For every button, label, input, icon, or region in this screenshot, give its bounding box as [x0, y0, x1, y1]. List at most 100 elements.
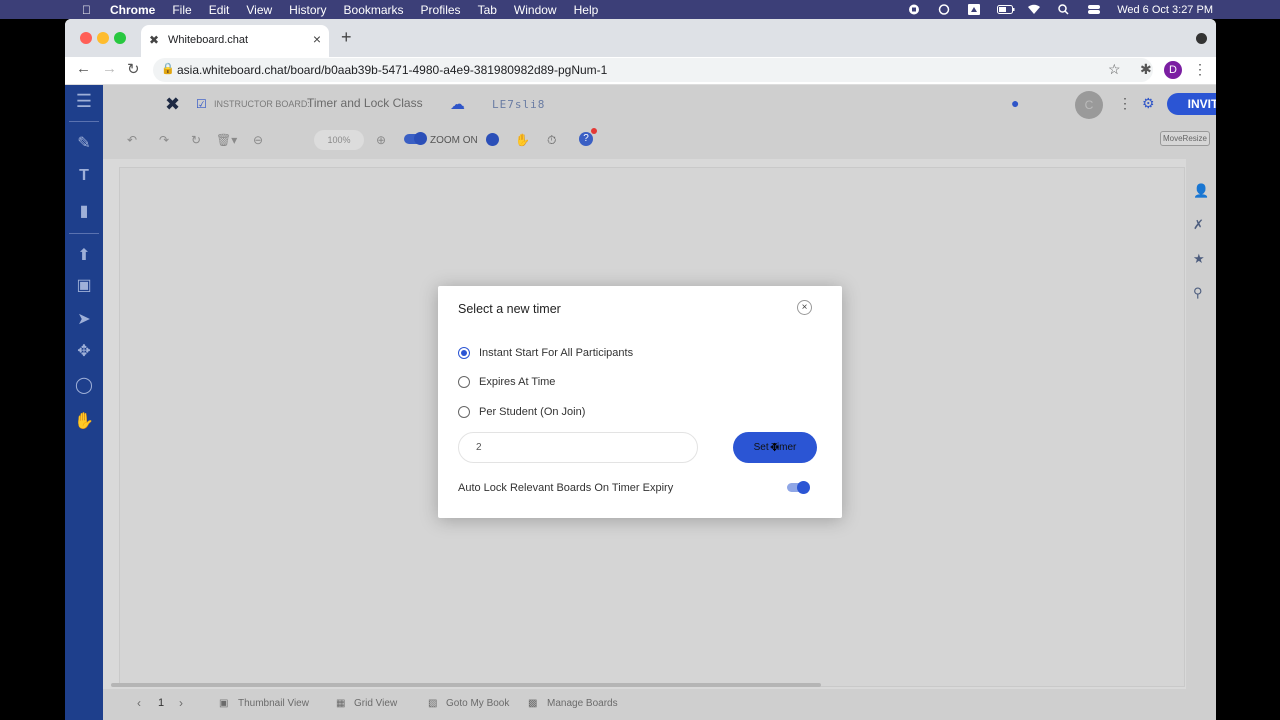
tools-icon[interactable]: ✗ — [1193, 217, 1209, 233]
hamburger-menu-icon[interactable]: ☰ — [74, 91, 94, 111]
more-menu-icon[interactable]: ⋮ — [1193, 61, 1207, 78]
bookmark-star-icon[interactable]: ☆ — [1108, 61, 1121, 78]
upload-icon[interactable]: ⬆ — [74, 245, 94, 265]
move-resize-button[interactable]: MoveResize — [1159, 131, 1210, 146]
redo-icon[interactable]: ↷ — [159, 133, 169, 147]
close-tab-icon[interactable]: × — [313, 31, 321, 47]
right-sidebar: 👤 ✗ ★ ⚲ — [1186, 159, 1216, 689]
timer-icon[interactable]: ⏱ — [547, 133, 556, 148]
menu-profiles[interactable]: Profiles — [421, 3, 461, 17]
board-code[interactable]: LE7sli8 — [492, 98, 545, 111]
move-icon[interactable]: ✥ — [74, 341, 94, 361]
notification-dot — [591, 128, 597, 134]
option-instant-start[interactable]: Instant Start For All Participants — [458, 345, 633, 361]
auto-lock-toggle[interactable] — [787, 481, 810, 494]
participants-icon[interactable]: 👤 — [1193, 183, 1209, 199]
radio-per-student[interactable] — [458, 406, 470, 418]
board-title[interactable]: Timer and Lock Class — [307, 96, 423, 110]
tab-search-icon[interactable] — [1196, 33, 1207, 44]
macos-menubar:  Chrome File Edit View History Bookmark… — [0, 0, 1280, 19]
minimize-window-button[interactable] — [97, 32, 109, 44]
zoom-out-icon[interactable]: ⊖ — [253, 133, 263, 147]
battery-icon[interactable] — [997, 4, 1015, 15]
option-label: Instant Start For All Participants — [479, 347, 634, 359]
prev-page-icon[interactable]: ‹ — [137, 696, 141, 710]
menu-edit[interactable]: Edit — [209, 3, 230, 17]
help-icon[interactable]: ? — [579, 132, 593, 146]
zoom-window-button[interactable] — [114, 32, 126, 44]
more-options-icon[interactable]: ⋮ — [1118, 95, 1132, 112]
option-expires-at-time[interactable]: Expires At Time — [458, 374, 555, 390]
zoom-in-icon[interactable]: ⊕ — [376, 133, 386, 147]
whiteboard-favicon-icon: ✖ — [149, 33, 160, 47]
back-icon[interactable]: ← — [76, 60, 91, 77]
menu-help[interactable]: Help — [574, 3, 599, 17]
close-window-button[interactable] — [80, 32, 92, 44]
wifi-icon[interactable] — [1027, 4, 1041, 15]
apple-icon[interactable]:  — [82, 3, 98, 17]
option-label: Per Student (On Join) — [479, 406, 586, 418]
goto-my-book-button[interactable]: Goto My Book — [446, 698, 509, 709]
user-avatar[interactable]: C — [1075, 91, 1103, 119]
undo-icon[interactable]: ↶ — [127, 133, 137, 147]
menubar-clock[interactable]: Wed 6 Oct 3:27 PM — [1117, 4, 1213, 16]
whiteboard-logo-icon[interactable]: ✖ — [165, 94, 185, 114]
drive-icon[interactable] — [967, 4, 981, 15]
tab-title: Whiteboard.chat — [168, 34, 249, 46]
record-icon[interactable] — [907, 4, 921, 15]
menu-file[interactable]: File — [172, 3, 191, 17]
creative-cloud-icon[interactable] — [937, 4, 951, 15]
option-per-student[interactable]: Per Student (On Join) — [458, 404, 585, 420]
menu-view[interactable]: View — [246, 3, 272, 17]
reload-icon[interactable]: ↻ — [127, 60, 140, 78]
menu-window[interactable]: Window — [514, 3, 557, 17]
next-page-icon[interactable]: › — [179, 696, 183, 710]
cloud-save-icon[interactable]: ☁ — [450, 95, 465, 113]
extensions-icon[interactable]: ✱ — [1140, 61, 1152, 78]
thumbnail-view-button[interactable]: Thumbnail View — [238, 698, 309, 709]
left-toolbar: ☰ ✎ T ▮ ⬆ ▣ ➤ ✥ ◯ ✋ — [65, 85, 103, 720]
board-toolbar: ↶ ↷ ↻ 🗑▾ ⊖ 100% ⊕ ZOOM ON ✋ ⏱ ? MoveResi… — [103, 123, 1216, 159]
radio-expires-at-time[interactable] — [458, 376, 470, 388]
pen-icon[interactable]: ✎ — [74, 133, 94, 153]
new-tab-icon[interactable]: + — [341, 27, 352, 48]
menu-tab[interactable]: Tab — [478, 3, 497, 17]
favorite-user-icon[interactable]: ★ — [1193, 251, 1209, 267]
location-pin-icon[interactable]: ● — [1011, 95, 1019, 111]
profile-avatar[interactable]: D — [1164, 61, 1182, 79]
timer-minutes-input[interactable]: 2 — [458, 432, 698, 463]
color-picker-icon[interactable] — [486, 133, 499, 146]
close-icon[interactable]: × — [797, 300, 812, 315]
omnibox[interactable]: 🔒 asia.whiteboard.chat/board/b0aab39b-54… — [153, 58, 1153, 82]
refresh-icon[interactable]: ↻ — [191, 133, 201, 147]
radio-instant-start[interactable] — [458, 347, 470, 359]
manage-boards-button[interactable]: Manage Boards — [547, 698, 618, 709]
delete-trash-icon[interactable]: 🗑▾ — [216, 133, 237, 147]
invite-button[interactable]: INVITE — [1167, 93, 1216, 115]
menu-app-name[interactable]: Chrome — [110, 3, 155, 17]
menu-bookmarks[interactable]: Bookmarks — [344, 3, 404, 17]
text-tool-icon[interactable]: T — [74, 167, 94, 187]
control-center-icon[interactable] — [1087, 4, 1101, 15]
tab-strip: ✖ Whiteboard.chat × + — [65, 19, 1216, 57]
settings-gear-icon[interactable]: ⚙ — [1142, 95, 1155, 112]
url-text[interactable]: asia.whiteboard.chat/board/b0aab39b-5471… — [177, 63, 607, 77]
spotlight-search-icon[interactable] — [1057, 4, 1071, 15]
menu-history[interactable]: History — [289, 3, 326, 17]
address-bar: ← → ↻ 🔒 asia.whiteboard.chat/board/b0aab… — [65, 57, 1216, 85]
zoom-toggle[interactable] — [404, 132, 427, 145]
eraser-icon[interactable]: ▮ — [74, 201, 94, 221]
pointer-icon[interactable]: ➤ — [74, 309, 94, 329]
hand-pan-icon[interactable]: ✋ — [515, 133, 530, 147]
forward-icon[interactable]: → — [102, 60, 117, 77]
tab-whiteboard[interactable]: ✖ Whiteboard.chat × — [141, 25, 329, 57]
search-icon[interactable]: ⚲ — [1193, 285, 1209, 301]
grid-view-button[interactable]: Grid View — [354, 698, 397, 709]
horizontal-scrollbar[interactable] — [111, 683, 821, 687]
zoom-level[interactable]: 100% — [314, 130, 364, 150]
page-number[interactable]: 1 — [158, 697, 164, 709]
hand-raise-icon[interactable]: ✋ — [74, 411, 94, 431]
lock-icon[interactable]: 🔒 — [161, 62, 175, 75]
lasso-icon[interactable]: ◯ — [74, 375, 94, 395]
toolbox-icon[interactable]: ▣ — [74, 275, 94, 295]
